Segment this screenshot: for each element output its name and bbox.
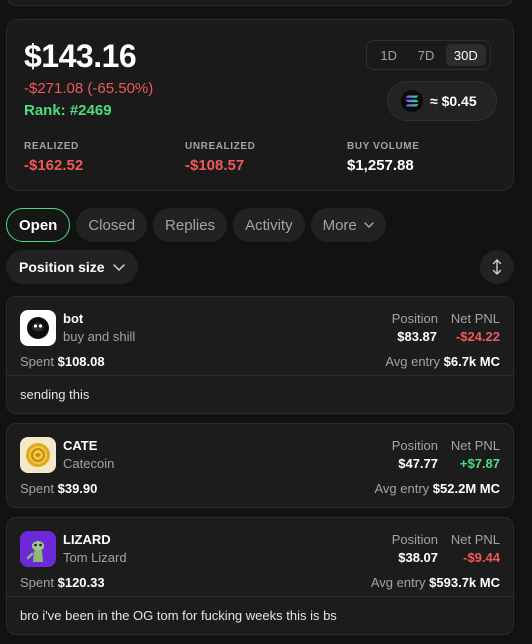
realized-value: -$162.52 [24,157,84,174]
range-1d-button[interactable]: 1D [371,44,406,66]
rank-label: Rank: #2469 [24,102,112,119]
tab-replies[interactable]: Replies [153,208,228,242]
card-divider [7,596,513,597]
solana-icon [401,90,423,112]
position-label: Position [391,532,438,547]
position-value: $47.77 [398,456,438,471]
range-7d-button[interactable]: 7D [408,44,443,66]
position-value: $83.87 [397,329,437,344]
buy-volume-value: $1,257.88 [347,157,414,174]
tab-open[interactable]: Open [6,208,71,242]
tab-more[interactable]: More [310,208,386,242]
spent-text: Spent $120.33 [20,575,105,590]
position-card-cate[interactable]: CATE Catecoin Position Net PNL $47.77 +$… [6,423,514,508]
position-size-filter[interactable]: Position size [6,250,138,284]
spent-label: Spent [20,481,54,496]
position-comment: bro i've been in the OG tom for fucking … [20,608,337,623]
net-pnl-label: Net PNL [450,532,500,547]
sol-price-pill[interactable]: ≈ $0.45 [387,81,497,121]
position-card-lizard[interactable]: LIZARD Tom Lizard Position Net PNL $38.0… [6,517,514,635]
position-label: Position [391,438,438,453]
position-value: $38.07 [398,550,438,565]
portfolio-summary-card: $143.16 -$271.08 (-65.50%) Rank: #2469 1… [6,19,514,191]
spent-label: Spent [20,354,54,369]
avg-entry-label: Avg entry [370,575,426,590]
tab-closed[interactable]: Closed [76,208,148,242]
spent-text: Spent $39.90 [20,481,97,496]
avg-entry-label: Avg entry [385,354,440,369]
avg-entry-text: Avg entry $6.7k MC [385,354,500,369]
sol-price-value: ≈ $0.45 [430,93,477,109]
avg-entry-text: Avg entry $52.2M MC [374,481,500,496]
tab-activity[interactable]: Activity [233,208,305,242]
buy-volume-label: BUY VOLUME [347,141,420,152]
net-pnl-label: Net PNL [450,311,500,326]
position-label: Position [391,311,438,326]
unrealized-label: UNREALIZED [185,141,256,152]
avg-entry-label: Avg entry [374,481,430,496]
spent-value: $39.90 [57,481,98,496]
token-name: Tom Lizard [63,550,127,565]
position-comment: sending this [20,387,90,402]
token-name: buy and shill [63,329,136,344]
avg-entry-value: $6.7k MC [443,354,500,369]
avg-entry-text: Avg entry $593.7k MC [371,575,500,590]
sort-order-button[interactable] [480,250,514,284]
spent-label: Spent [20,575,54,590]
net-pnl-value: -$9.44 [463,550,500,565]
net-pnl-value: -$24.22 [455,329,500,344]
token-name: Catecoin [63,456,115,471]
avg-entry-value: $593.7k MC [429,575,500,590]
total-pnl: -$271.08 (-65.50%) [24,80,154,97]
previous-card-edge [6,0,514,6]
filter-label: Position size [19,259,105,275]
chevron-down-icon [364,222,374,228]
lizard-token-icon [20,531,56,567]
token-ticker: LIZARD [63,532,111,547]
cate-token-icon [20,437,56,473]
realized-label: REALIZED [24,141,79,152]
token-ticker: CATE [63,438,98,453]
card-divider [7,375,513,376]
sort-arrows-icon [492,259,502,275]
net-pnl-value: +$7.87 [459,456,500,471]
token-ticker: bot [63,311,84,326]
avg-entry-value: $52.2M MC [432,481,500,496]
spent-value: $108.08 [57,354,105,369]
spent-text: Spent $108.08 [20,354,105,369]
unrealized-value: -$108.57 [185,157,245,174]
position-card-bot[interactable]: bot buy and shill Position Net PNL $83.8… [6,296,514,414]
net-pnl-label: Net PNL [450,438,500,453]
chevron-down-icon [112,263,125,271]
portfolio-balance: $143.16 [24,38,137,74]
range-30d-button[interactable]: 30D [445,44,486,66]
spent-value: $120.33 [57,575,105,590]
position-tabs: Open Closed Replies Activity More [6,208,386,242]
time-range-selector: 1D 7D 30D [366,40,491,70]
bot-token-icon [20,310,56,346]
tab-more-label: More [322,216,357,234]
